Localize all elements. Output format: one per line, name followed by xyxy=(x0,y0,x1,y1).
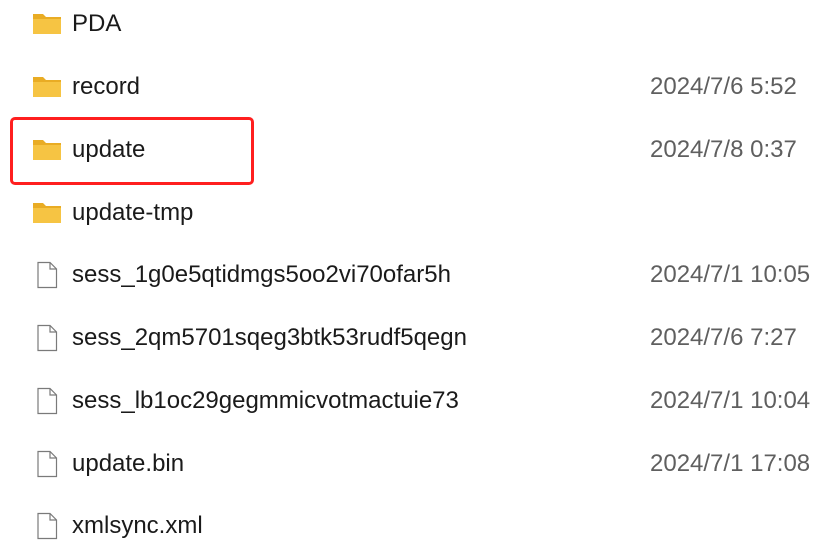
file-date: 2024/7/1 10:04 xyxy=(650,387,811,414)
folder-icon xyxy=(32,136,62,164)
file-icon xyxy=(32,261,62,289)
file-date: 2024/7/6 5:52 xyxy=(650,73,797,100)
folder-icon xyxy=(32,73,62,101)
file-date: 2024/7/6 7:27 xyxy=(650,324,797,351)
file-name: record xyxy=(72,73,141,100)
folder-icon xyxy=(32,199,62,227)
folder-icon xyxy=(32,10,62,38)
file-row-update[interactable]: update 2024/7/8 0:37 xyxy=(0,128,839,172)
file-list: PDA record 2024/7/6 5:52 update 2024/7/8… xyxy=(0,0,839,540)
file-name: PDA xyxy=(72,10,122,37)
file-row-pda[interactable]: PDA xyxy=(0,2,839,46)
file-name: update xyxy=(72,136,146,163)
file-row-xmlsync[interactable]: xmlsync.xml xyxy=(0,504,839,548)
file-icon xyxy=(32,512,62,540)
file-name: update-tmp xyxy=(72,199,194,226)
file-row-update-tmp[interactable]: update-tmp xyxy=(0,191,839,235)
file-date: 2024/7/1 17:08 xyxy=(650,450,811,477)
file-icon xyxy=(32,324,62,352)
file-name: sess_1g0e5qtidmgs5oo2vi70ofar5h xyxy=(72,261,451,288)
file-name: update.bin xyxy=(72,450,185,477)
file-row-update-bin[interactable]: update.bin 2024/7/1 17:08 xyxy=(0,442,839,486)
file-row-record[interactable]: record 2024/7/6 5:52 xyxy=(0,65,839,109)
file-name: sess_2qm5701sqeg3btk53rudf5qegn xyxy=(72,324,467,351)
file-icon xyxy=(32,450,62,478)
file-name: sess_lb1oc29gegmmicvotmactuie73 xyxy=(72,387,459,414)
file-row-sess-3[interactable]: sess_lb1oc29gegmmicvotmactuie73 2024/7/1… xyxy=(0,379,839,423)
file-row-sess-1[interactable]: sess_1g0e5qtidmgs5oo2vi70ofar5h 2024/7/1… xyxy=(0,253,839,297)
file-date: 2024/7/1 10:05 xyxy=(650,261,811,288)
file-icon xyxy=(32,387,62,415)
file-row-sess-2[interactable]: sess_2qm5701sqeg3btk53rudf5qegn 2024/7/6… xyxy=(0,316,839,360)
file-date: 2024/7/8 0:37 xyxy=(650,136,797,163)
file-name: xmlsync.xml xyxy=(72,512,203,539)
